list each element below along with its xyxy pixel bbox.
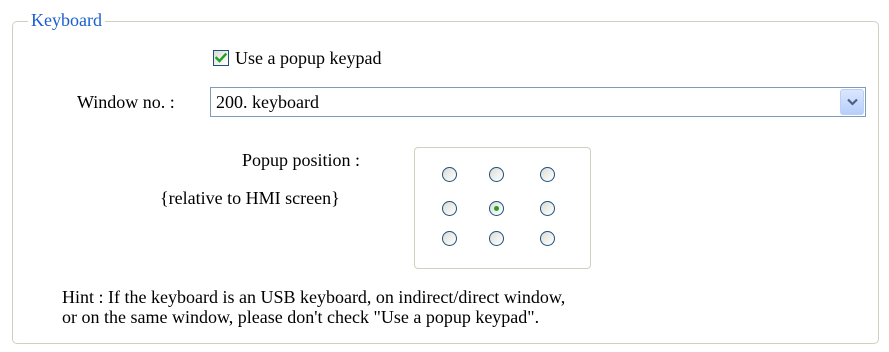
hint-text: Hint : If the keyboard is an USB keyboar… <box>62 287 565 327</box>
popup-position-label: Popup position : <box>242 150 361 170</box>
popup-position-grid <box>414 147 591 269</box>
checkmark-icon <box>215 52 227 63</box>
radio-selected-dot <box>494 206 499 211</box>
hint-line-2: or on the same window, please don't chec… <box>62 307 540 327</box>
position-middle-right-radio[interactable] <box>540 201 555 216</box>
position-bottom-left-radio[interactable] <box>442 231 457 246</box>
window-no-label: Window no. : <box>77 92 175 112</box>
checkbox-box[interactable] <box>213 50 229 66</box>
position-top-right-radio[interactable] <box>540 167 555 182</box>
position-bottom-right-radio[interactable] <box>540 231 555 246</box>
window-no-dropdown[interactable]: 200. keyboard <box>210 87 866 117</box>
use-popup-keypad-label: Use a popup keypad <box>235 48 382 68</box>
dropdown-button[interactable] <box>840 89 864 115</box>
relative-to-hmi-label: {relative to HMI screen} <box>160 188 340 208</box>
window-no-value: 200. keyboard <box>216 92 319 112</box>
position-top-center-radio[interactable] <box>489 167 504 182</box>
hint-line-1: Hint : If the keyboard is an USB keyboar… <box>62 287 566 307</box>
groupbox-title: Keyboard <box>28 8 105 32</box>
use-popup-keypad-checkbox[interactable]: Use a popup keypad <box>213 46 381 70</box>
position-middle-center-radio[interactable] <box>489 201 504 216</box>
chevron-down-icon <box>846 98 858 106</box>
position-bottom-center-radio[interactable] <box>489 231 504 246</box>
position-top-left-radio[interactable] <box>442 167 457 182</box>
position-middle-left-radio[interactable] <box>442 201 457 216</box>
